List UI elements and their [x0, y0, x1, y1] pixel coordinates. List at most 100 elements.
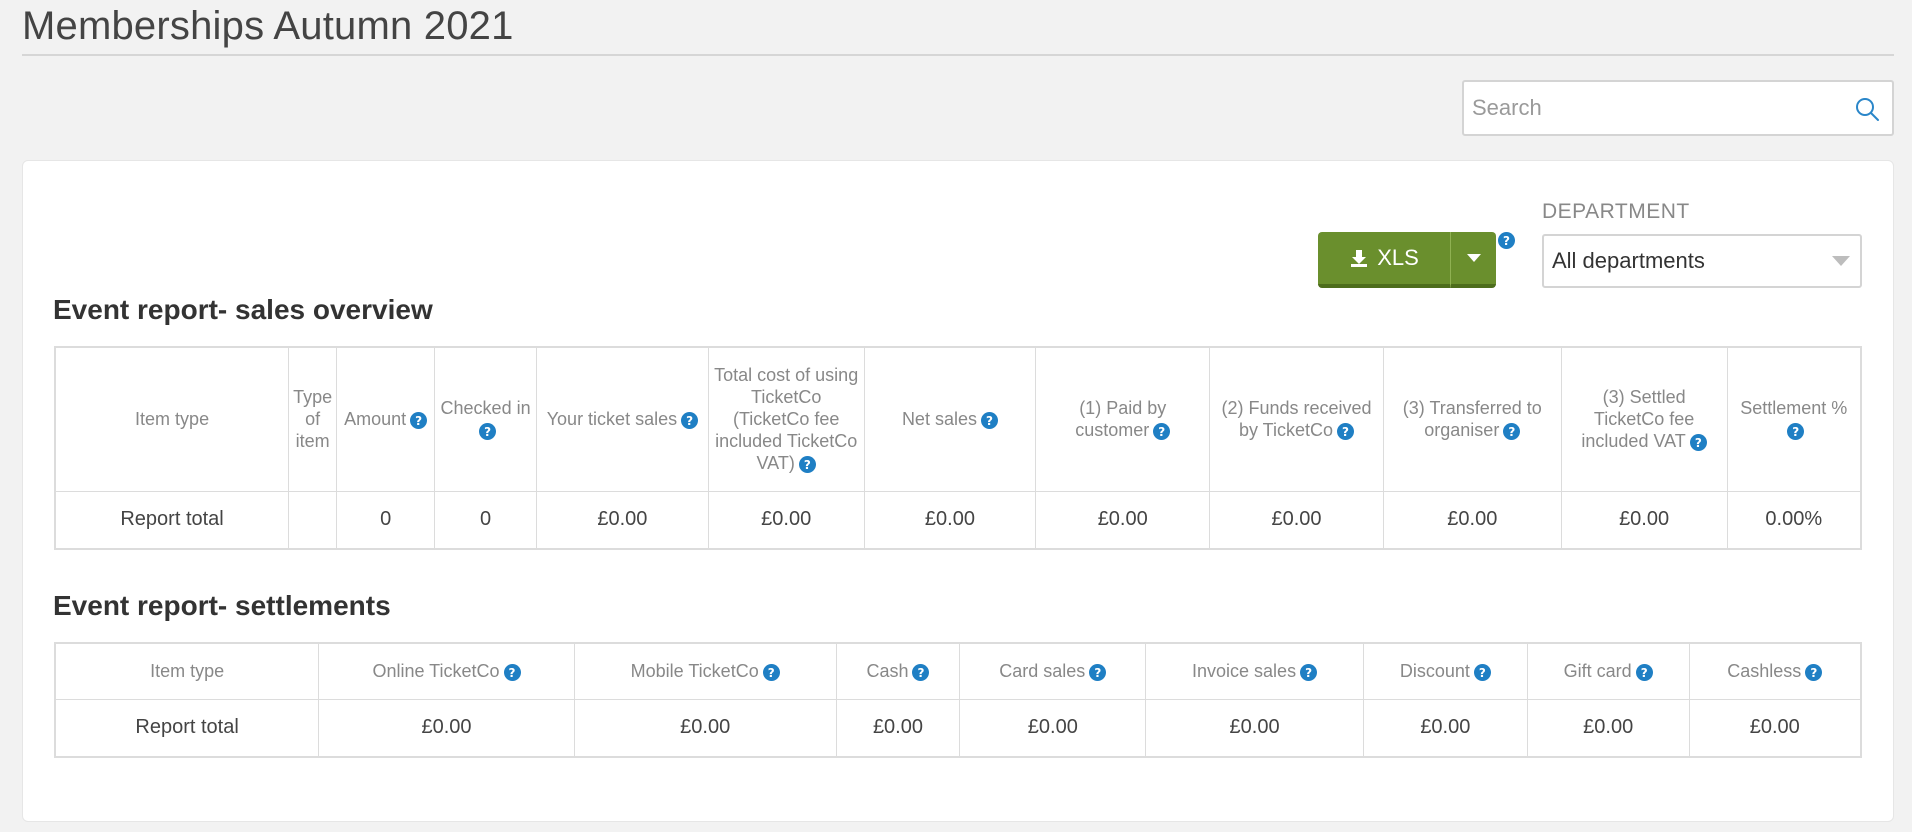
table-cell: £0.00	[1560, 490, 1728, 550]
table-cell: Report total	[54, 490, 290, 550]
column-header-label: Checked in	[440, 398, 531, 419]
column-header: Item type	[54, 642, 320, 700]
column-header-label: Settlement %	[1740, 398, 1848, 419]
column-header: Your ticket sales?	[536, 346, 709, 492]
table-cell	[288, 490, 338, 550]
column-header: Amount?	[336, 346, 436, 492]
column-header-label: Item type	[135, 409, 210, 430]
search-icon[interactable]	[1854, 96, 1880, 122]
column-header: Net sales?	[863, 346, 1037, 492]
xls-export-dropdown-toggle[interactable]	[1450, 232, 1496, 288]
column-header-label: Gift card	[1563, 661, 1632, 682]
column-header: Mobile TicketCo?	[573, 642, 837, 700]
table-cell: £0.00	[959, 698, 1147, 758]
help-icon[interactable]: ?	[1498, 232, 1515, 249]
table-cell: £0.00	[573, 698, 837, 758]
column-header: Invoice sales?	[1145, 642, 1364, 700]
sales-overview-table: Item type Type of item Amount? Checked in? Y…	[54, 346, 1862, 550]
help-icon[interactable]: ?	[681, 412, 699, 429]
help-icon[interactable]: ?	[1089, 664, 1107, 681]
settlements-header-row: Item type Online TicketCo? Mobile TicketCo…	[54, 642, 1862, 700]
department-select[interactable]: All departments	[1542, 234, 1862, 288]
department-selected-value: All departments	[1552, 248, 1705, 273]
column-header: (2) Funds received by TicketCo?	[1209, 346, 1384, 492]
xls-export-button[interactable]: XLS	[1318, 232, 1450, 288]
column-header: Checked in?	[434, 346, 538, 492]
help-icon[interactable]: ?	[912, 664, 930, 681]
column-header-label: Cash	[866, 661, 909, 682]
column-header: (1) Paid by customer?	[1035, 346, 1211, 492]
table-cell: £0.00	[318, 698, 575, 758]
table-cell: £0.00	[1688, 698, 1862, 758]
department-label: DEPARTMENT	[1542, 200, 1690, 223]
column-header-label: Invoice sales	[1192, 661, 1297, 682]
table-cell: 0	[434, 490, 538, 550]
column-header-label: Mobile TicketCo	[630, 661, 759, 682]
sales-overview-title: Event report- sales overview	[53, 294, 433, 325]
column-header-label: Discount	[1399, 661, 1470, 682]
download-icon	[1351, 250, 1368, 267]
column-header-label: (3) Transferred to organiser	[1402, 398, 1542, 441]
column-header-label: Cashless	[1727, 661, 1802, 682]
column-header-label: Card sales	[999, 661, 1086, 682]
help-icon[interactable]: ?	[1503, 423, 1521, 440]
column-header: Discount?	[1362, 642, 1528, 700]
table-cell: £0.00	[863, 490, 1037, 550]
table-cell: £0.00	[536, 490, 709, 550]
column-header: Cashless?	[1688, 642, 1862, 700]
column-header-label: Online TicketCo	[372, 661, 500, 682]
chevron-down-icon	[1832, 256, 1850, 266]
page-title: Memberships Autumn 2021	[22, 4, 514, 48]
table-row: Report total £0.00 £0.00 £0.00 £0.00 £0.00 £0.…	[54, 698, 1862, 758]
help-icon[interactable]: ?	[1153, 423, 1171, 440]
help-icon[interactable]: ?	[980, 412, 998, 429]
help-icon[interactable]: ?	[503, 664, 521, 681]
table-cell: 0	[336, 490, 436, 550]
settlements-title: Event report- settlements	[53, 590, 391, 621]
column-header-label: Amount	[344, 409, 407, 430]
search-input[interactable]	[1464, 82, 1844, 134]
column-header: Type of item	[288, 346, 338, 492]
column-header: Item type	[54, 346, 290, 492]
help-icon[interactable]: ?	[1473, 664, 1491, 681]
help-icon[interactable]: ?	[798, 456, 816, 473]
table-cell: £0.00	[1209, 490, 1384, 550]
column-header-label: Item type	[150, 661, 225, 682]
column-header-label: Total cost of using TicketCo (TicketCo f…	[714, 365, 859, 474]
column-header: Card sales?	[959, 642, 1147, 700]
column-header-label: Type of item	[293, 387, 333, 452]
column-header: Settlement %?	[1726, 346, 1862, 492]
column-header: Cash?	[835, 642, 961, 700]
search-box[interactable]	[1462, 80, 1894, 136]
xls-button-label: XLS	[1377, 245, 1419, 270]
settlements-table: Item type Online TicketCo? Mobile TicketCo…	[54, 642, 1862, 758]
table-row: Report total 0 0 £0.00 £0.00 £0.00 £0.00 £0.00 £…	[54, 490, 1862, 550]
table-cell: Report total	[54, 698, 320, 758]
column-header: Online TicketCo?	[318, 642, 575, 700]
help-icon[interactable]: ?	[1805, 664, 1823, 681]
help-icon[interactable]: ?	[479, 423, 497, 440]
column-header-label: (3) Settled TicketCo fee included VAT	[1581, 387, 1695, 452]
xls-export-group: XLS	[1318, 232, 1496, 288]
column-header: (3) Settled TicketCo fee included VAT?	[1560, 346, 1728, 492]
help-icon[interactable]: ?	[1300, 664, 1318, 681]
help-icon[interactable]: ?	[1635, 664, 1653, 681]
table-cell: £0.00	[1526, 698, 1690, 758]
help-icon[interactable]: ?	[1787, 423, 1805, 440]
table-cell: £0.00	[707, 490, 865, 550]
table-cell: 0.00%	[1726, 490, 1862, 550]
column-header-label: Your ticket sales	[546, 409, 678, 430]
page-header: Memberships Autumn 2021	[22, 0, 1894, 56]
table-cell: £0.00	[1035, 490, 1211, 550]
help-icon[interactable]: ?	[762, 664, 780, 681]
table-cell: £0.00	[835, 698, 961, 758]
column-header: Gift card?	[1526, 642, 1690, 700]
column-header: (3) Transferred to organiser?	[1382, 346, 1562, 492]
table-cell: £0.00	[1382, 490, 1562, 550]
help-icon[interactable]: ?	[1337, 423, 1355, 440]
column-header-label: Net sales	[901, 409, 977, 430]
column-header: Total cost of using TicketCo (TicketCo f…	[707, 346, 865, 492]
table-cell: £0.00	[1362, 698, 1528, 758]
help-icon[interactable]: ?	[1689, 434, 1707, 451]
help-icon[interactable]: ?	[410, 412, 428, 429]
